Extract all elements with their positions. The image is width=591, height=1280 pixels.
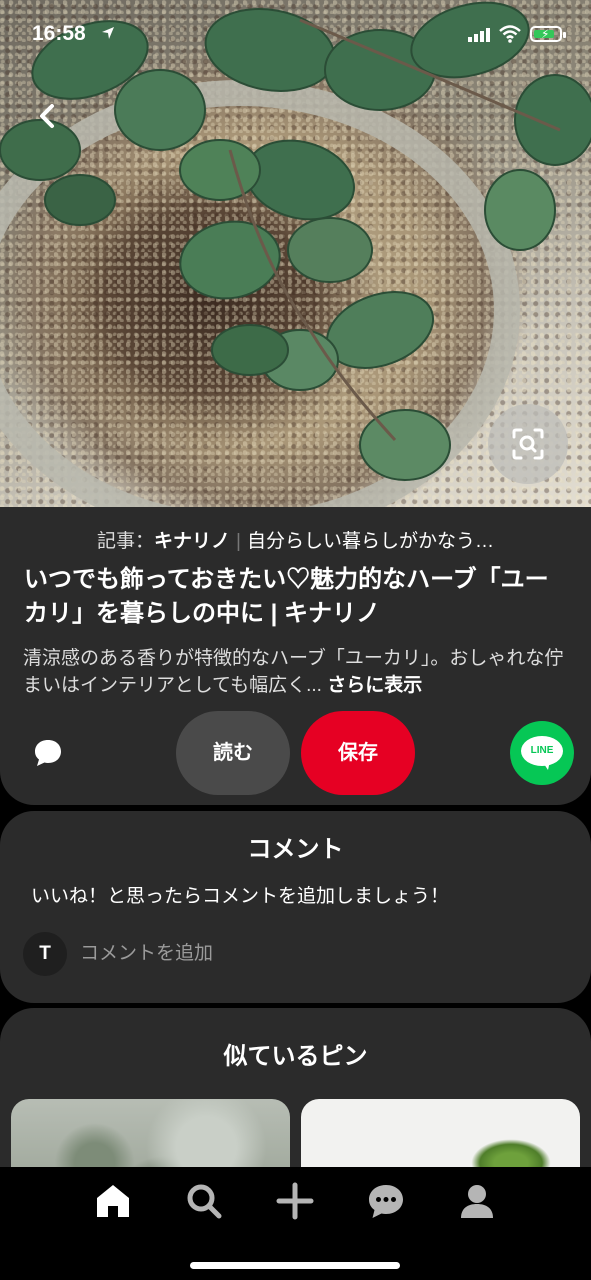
visual-search-icon: [512, 428, 544, 460]
source-tagline: 自分らしい暮らしがかなう…: [246, 531, 494, 552]
back-chevron-icon: [40, 104, 54, 128]
source-divider: |: [236, 531, 241, 552]
status-time: 16:58: [32, 22, 86, 45]
nav-home[interactable]: [93, 1181, 133, 1221]
similar-pins-heading: 似ているピン: [223, 1043, 368, 1070]
messages-icon: [369, 1185, 403, 1218]
read-button[interactable]: 読む: [176, 711, 290, 795]
pin-description: 清涼感のある香りが特徴的なハーブ「ユーカリ」。おしゃれな佇まいはインテリアとして…: [23, 645, 568, 699]
pin-details-card: 記事：キナリノ | 自分らしい暮らしがかなう… いつでも飾っておきたい♡魅力的なハー…: [0, 507, 591, 805]
line-icon-tail: [542, 761, 550, 770]
search-icon: [187, 1184, 222, 1219]
nav-create[interactable]: [275, 1181, 315, 1221]
comments-heading: コメント: [247, 836, 344, 863]
pin-title: いつでも飾っておきたい♡魅力的なハーブ「ユーカリ」を暮らしの中に | キナリノ: [24, 566, 549, 627]
nav-messages[interactable]: [366, 1181, 406, 1221]
status-bar: 16:58 ⚡: [0, 0, 591, 70]
line-icon-label: LINE: [530, 745, 554, 756]
comment-bubble-icon: [35, 740, 61, 766]
pin-source[interactable]: 記事：キナリノ | 自分らしい暮らしがかなう…: [0, 526, 591, 553]
source-brand: キナリノ: [154, 531, 231, 552]
battery-icon: ⚡: [530, 26, 566, 42]
plus-icon: [276, 1182, 314, 1220]
pin-image[interactable]: 16:58 ⚡: [0, 0, 591, 540]
user-avatar[interactable]: T: [23, 932, 67, 976]
comment-button[interactable]: [31, 736, 65, 770]
line-share-button[interactable]: LINE: [510, 721, 574, 785]
comments-section: コメント いいね！と思ったらコメントを追加しましょう！ T コメントを追加: [0, 811, 591, 1003]
save-button[interactable]: 保存: [301, 711, 415, 795]
comments-prompt: いいね！と思ったらコメントを追加しましょう！: [31, 886, 450, 907]
home-icon: [97, 1185, 129, 1217]
location-arrow-icon: [102, 27, 114, 39]
show-more-link[interactable]: さらに表示: [327, 675, 422, 696]
nav-profile[interactable]: [457, 1181, 497, 1221]
home-indicator: [190, 1262, 400, 1269]
source-prefix: 記事：: [97, 531, 155, 552]
cellular-signal-icon: [468, 28, 490, 42]
pin-description-text: 清涼感のある香りが特徴的なハーブ「ユーカリ」。おしゃれな佇まいはインテリアとして…: [23, 648, 564, 696]
wifi-icon: [499, 25, 521, 43]
profile-icon: [461, 1185, 493, 1218]
nav-search[interactable]: [184, 1181, 224, 1221]
back-button[interactable]: [30, 98, 66, 134]
add-comment-input[interactable]: コメントを追加: [80, 935, 540, 973]
visual-search-button[interactable]: [488, 404, 568, 484]
